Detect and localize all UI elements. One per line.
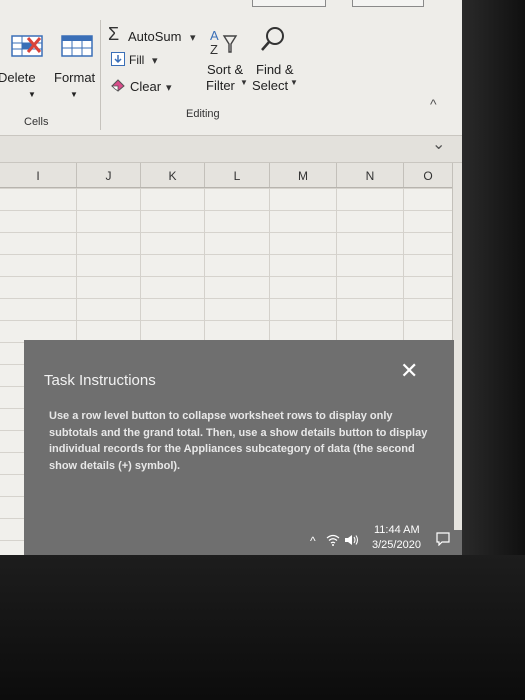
comments-button[interactable] <box>352 0 424 7</box>
sort-filter-icon[interactable]: A Z <box>206 26 242 60</box>
find-select-dropdown-arrow[interactable]: ▼ <box>290 78 298 87</box>
collapse-ribbon-icon[interactable]: ^ <box>430 96 437 112</box>
cells-group-label: Cells <box>24 116 49 128</box>
column-gridline <box>204 188 205 348</box>
close-icon[interactable]: ✕ <box>400 360 418 382</box>
volume-icon[interactable] <box>344 534 360 549</box>
delete-button-label[interactable]: Delete <box>0 70 36 85</box>
task-instructions-panel: Task Instructions ✕ Use a row level butt… <box>24 340 454 530</box>
screen: Delete Format ▼ ▼ Cells Σ AutoSum ▾ Fill… <box>0 0 462 555</box>
fill-down-icon <box>111 52 125 66</box>
formula-bar[interactable]: ⌄ <box>0 136 462 163</box>
fill-dropdown-arrow[interactable]: ▾ <box>152 54 158 67</box>
sigma-icon: Σ <box>108 24 120 44</box>
ribbon: Delete Format ▼ ▼ Cells Σ AutoSum ▾ Fill… <box>0 0 462 136</box>
clear-button[interactable]: Clear <box>130 79 161 94</box>
delete-dropdown-arrow[interactable]: ▼ <box>28 90 36 99</box>
svg-text:A: A <box>210 28 219 43</box>
format-cells-icon[interactable] <box>60 33 94 59</box>
column-header[interactable]: O <box>404 163 452 187</box>
wifi-icon[interactable] <box>326 534 340 549</box>
sort-filter-label-top[interactable]: Sort & <box>207 62 243 77</box>
svg-text:Z: Z <box>210 42 218 57</box>
column-header[interactable]: J <box>77 163 141 187</box>
column-gridline <box>76 188 77 348</box>
magnifier-icon[interactable] <box>258 24 288 54</box>
column-header[interactable]: I <box>0 163 77 187</box>
taskbar: ^ 11:44 AM 3/25/2020 <box>24 524 462 555</box>
group-divider <box>100 20 101 130</box>
monitor-bezel <box>0 555 525 700</box>
sort-filter-dropdown-arrow[interactable]: ▼ <box>240 78 248 87</box>
format-button-label[interactable]: Format <box>54 70 95 85</box>
eraser-icon <box>110 78 126 92</box>
column-header[interactable]: L <box>205 163 270 187</box>
editing-group-label: Editing <box>186 108 220 120</box>
clear-dropdown-arrow[interactable]: ▾ <box>166 81 172 94</box>
column-gridline <box>269 188 270 348</box>
expand-formula-bar-icon[interactable]: ⌄ <box>432 134 445 154</box>
column-header[interactable]: K <box>141 163 205 187</box>
format-dropdown-arrow[interactable]: ▼ <box>70 90 78 99</box>
share-button[interactable] <box>252 0 326 7</box>
find-select-label-top[interactable]: Find & <box>256 62 294 77</box>
autosum-button[interactable]: AutoSum <box>128 29 181 44</box>
clock-date[interactable]: 3/25/2020 <box>372 539 421 551</box>
autosum-dropdown-arrow[interactable]: ▾ <box>190 31 196 44</box>
column-header[interactable]: N <box>337 163 404 187</box>
column-headers: I J K L M N O <box>0 163 462 188</box>
column-gridline <box>140 188 141 348</box>
sort-filter-label-bottom[interactable]: Filter <box>206 78 235 93</box>
tray-chevron-icon[interactable]: ^ <box>310 534 316 548</box>
clock-time[interactable]: 11:44 AM <box>374 524 420 536</box>
column-gridline <box>336 188 337 348</box>
find-select-label-bottom[interactable]: Select <box>252 78 288 93</box>
delete-cells-icon[interactable] <box>10 33 46 59</box>
column-header[interactable]: M <box>270 163 337 187</box>
column-gridline <box>403 188 404 348</box>
notification-icon[interactable] <box>436 532 450 549</box>
task-body: Use a row level button to collapse works… <box>49 410 428 472</box>
fill-button[interactable]: Fill <box>129 53 144 67</box>
task-title: Task Instructions <box>44 372 156 389</box>
